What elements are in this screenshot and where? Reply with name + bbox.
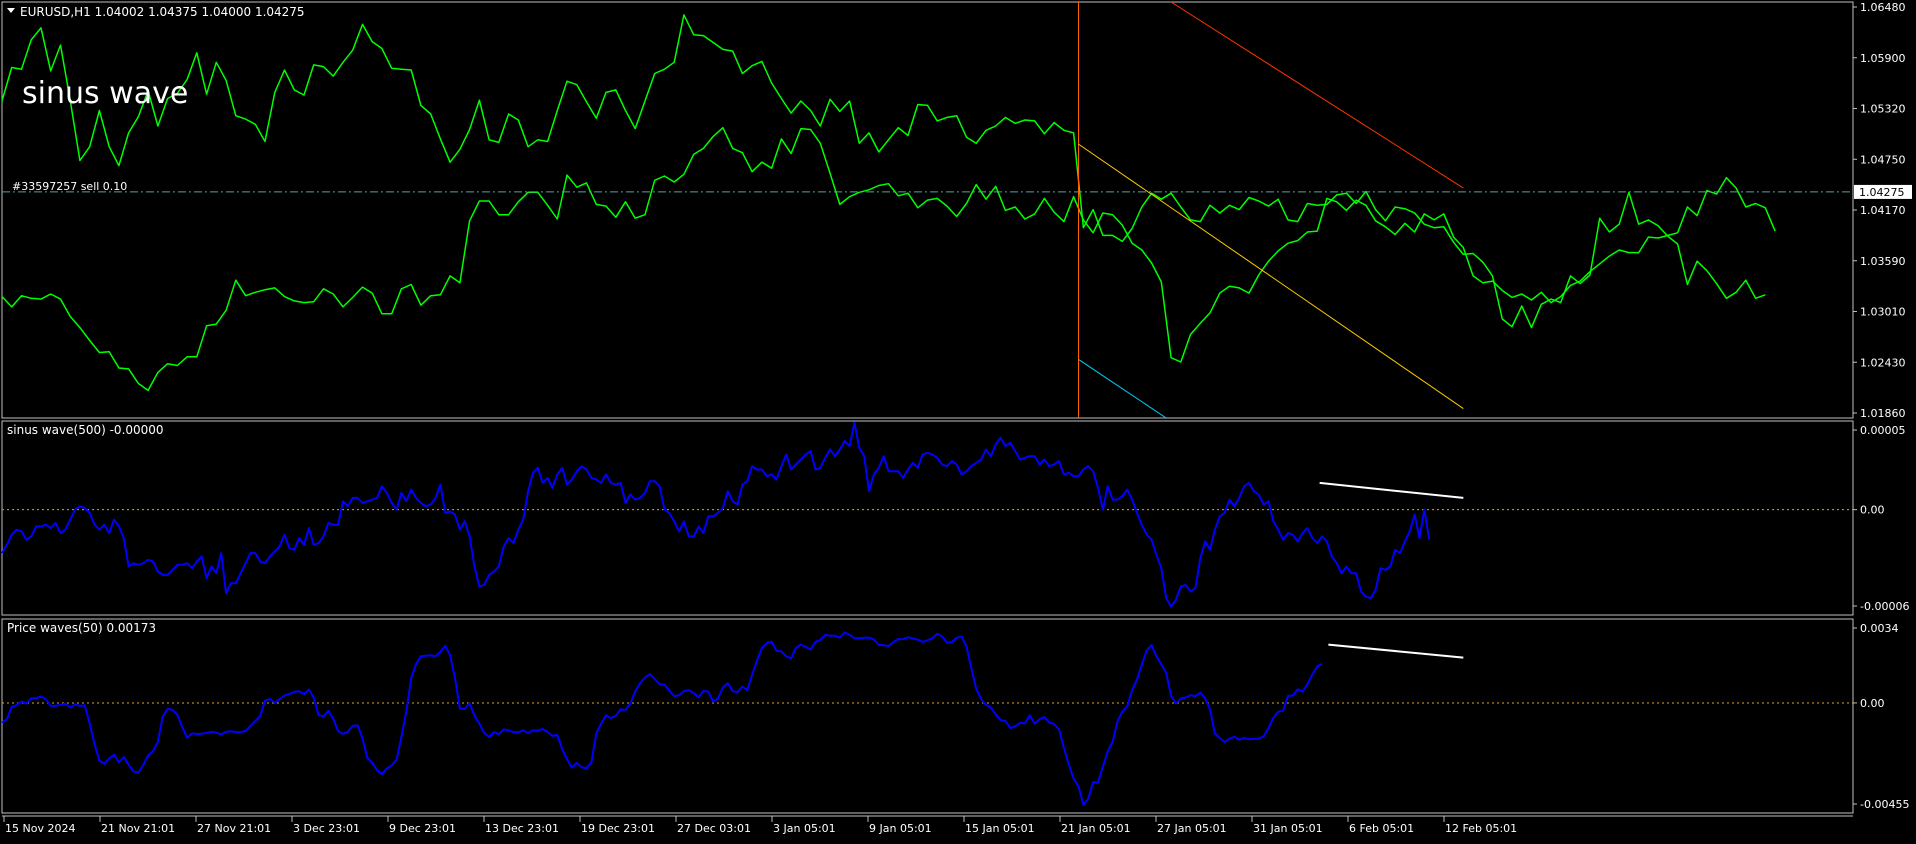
x-tick-label: 27 Dec 03:01 bbox=[677, 822, 751, 835]
x-tick-label: 9 Jan 05:01 bbox=[869, 822, 932, 835]
x-tick-label: 3 Jan 05:01 bbox=[773, 822, 836, 835]
x-tick-label: 21 Nov 21:01 bbox=[101, 822, 175, 835]
y-tick-label: 1.03590 bbox=[1860, 255, 1906, 268]
order-label: #33597257 sell 0.10 bbox=[12, 180, 127, 193]
sinus-wave-label: sinus wave bbox=[22, 76, 188, 111]
x-tick-label: 12 Feb 05:01 bbox=[1445, 822, 1517, 835]
y-tick-label: 1.03010 bbox=[1860, 306, 1906, 319]
y-tick-label: 0.00005 bbox=[1860, 424, 1906, 437]
x-tick-label: 27 Nov 21:01 bbox=[197, 822, 271, 835]
y-tick-label: 1.04170 bbox=[1860, 204, 1906, 217]
x-tick-label: 21 Jan 05:01 bbox=[1061, 822, 1131, 835]
y-tick-label: 1.05900 bbox=[1860, 52, 1906, 65]
y-tick-label: 1.04750 bbox=[1860, 153, 1906, 166]
x-tick-label: 19 Dec 23:01 bbox=[581, 822, 655, 835]
y-tick-label: 1.06480 bbox=[1860, 1, 1906, 14]
y-tick-label: 1.02430 bbox=[1860, 356, 1906, 369]
x-tick-label: 15 Jan 05:01 bbox=[965, 822, 1035, 835]
chart-header: EURUSD,H1 1.04002 1.04375 1.04000 1.0427… bbox=[20, 5, 305, 19]
y-tick-label: 0.00 bbox=[1860, 697, 1885, 710]
x-tick-label: 9 Dec 23:01 bbox=[389, 822, 456, 835]
x-tick-label: 3 Dec 23:01 bbox=[293, 822, 360, 835]
y-tick-label: -0.00006 bbox=[1860, 600, 1909, 613]
chart-svg: 1.06480 1.05900 1.05320 1.04750 1.04170 1.035… bbox=[0, 0, 1916, 840]
y-tick-label: 0.0034 bbox=[1860, 622, 1899, 635]
y-tick-label: -0.00455 bbox=[1860, 798, 1909, 811]
current-price-label: 1.04275 bbox=[1859, 186, 1905, 199]
x-tick-label: 15 Nov 2024 bbox=[5, 822, 75, 835]
chart-background bbox=[0, 0, 1916, 840]
x-tick-label: 31 Jan 05:01 bbox=[1253, 822, 1323, 835]
y-tick-label: 1.01860 bbox=[1860, 407, 1906, 420]
x-tick-label: 27 Jan 05:01 bbox=[1157, 822, 1227, 835]
y-tick-label: 0.00 bbox=[1860, 504, 1885, 517]
indicator-header: Price waves(50) 0.00173 bbox=[7, 621, 156, 635]
chart-window: 1.06480 1.05900 1.05320 1.04750 1.04170 1.035… bbox=[0, 0, 1916, 840]
y-tick-label: 1.05320 bbox=[1860, 103, 1906, 116]
x-tick-label: 6 Feb 05:01 bbox=[1349, 822, 1414, 835]
indicator-header: sinus wave(500) -0.00000 bbox=[7, 423, 164, 437]
x-tick-label: 13 Dec 23:01 bbox=[485, 822, 559, 835]
